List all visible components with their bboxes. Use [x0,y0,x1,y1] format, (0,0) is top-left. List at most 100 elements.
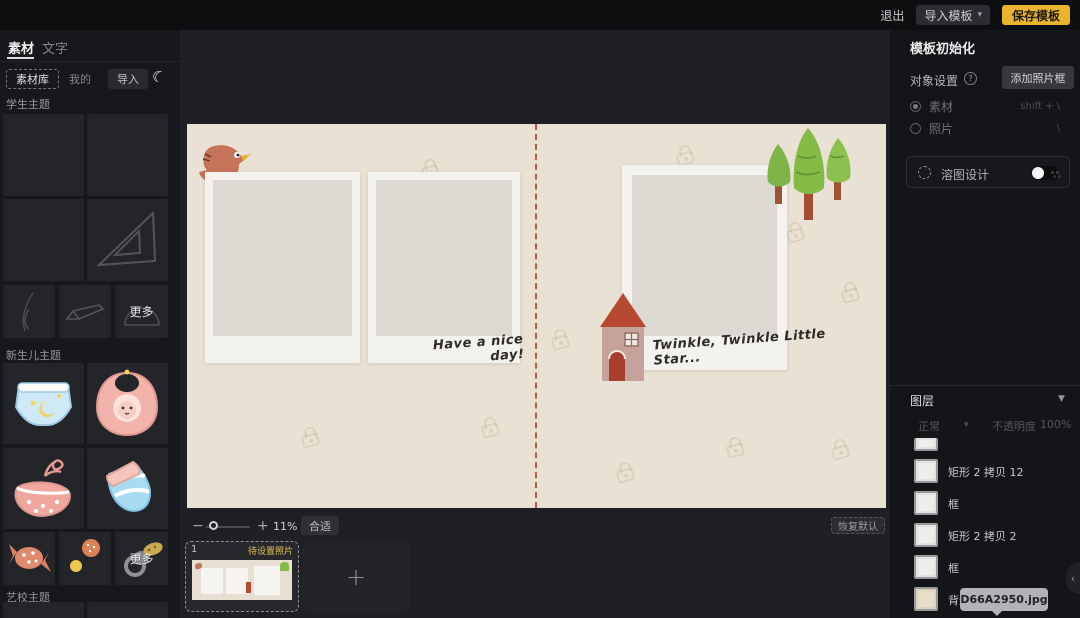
layer-name: 框 [948,498,959,511]
template-artboard[interactable]: Have a nice day! Twinkle, Twinkle Little… [187,124,886,508]
asset-thumbnail[interactable] [3,199,84,281]
bib-icon [95,369,159,437]
lock-watermark-icon [550,334,571,351]
moon-icon[interactable]: ☾ [150,66,168,87]
page-number: 1 [191,544,198,555]
radio-unselected-icon [910,122,921,134]
panel-title: 模板初始化 [910,42,976,57]
lock-watermark-icon [830,444,851,461]
layer-thumbnail [914,587,938,611]
add-page-button[interactable]: + [302,541,410,612]
asset-thumbnail-triangle-ruler[interactable] [87,199,168,281]
object-settings-label: 对象设置 [910,74,959,88]
toggle-knob [1032,167,1044,179]
layer-row[interactable]: 矩形 2 拷贝 2 [890,523,1080,547]
lock-watermark-icon [725,442,746,459]
layer-thumbnail [914,438,938,451]
save-template-button[interactable]: 保存模板 [1001,5,1070,25]
shortcut-hint: \ [1056,122,1060,134]
chevron-down-icon: ▾ [964,420,969,430]
layer-row[interactable]: 框 [890,555,1080,579]
canvas-workspace[interactable]: Have a nice day! Twinkle, Twinkle Little… [180,30,890,618]
layer-row[interactable]: 矩形 2 拷贝 12 [890,459,1080,483]
asset-thumbnail[interactable] [3,114,84,196]
add-photo-frame-button[interactable]: 添加照片框 [1002,66,1074,89]
dots-icon [70,539,100,572]
asset-thumbnail-mitten[interactable] [87,448,168,529]
zoom-out-button[interactable]: − [192,518,204,534]
diaper-icon [14,382,73,426]
zoom-slider-knob[interactable] [209,521,218,530]
brush-icon [22,292,34,332]
lock-watermark-icon [480,422,501,439]
asset-thumbnail-diaper[interactable] [3,363,84,444]
divider [0,61,180,62]
filter-mine[interactable]: 我的 [60,69,100,89]
asset-sidebar: 素材 文字 素材库 我的 导入 ☾ 学生主题 更多 新生儿主题 更多 艺校主题 [0,30,180,618]
trees-sticker[interactable] [762,126,856,222]
house-sticker[interactable] [597,289,649,383]
radio-photo-label: 照片 [929,121,954,136]
asset-thumbnail-dots[interactable] [59,532,111,585]
settings-panel: 模板初始化 对象设置 ? 添加照片框 素材 shift + \ 照片 \ 溶图设… [890,30,1080,618]
asset-thumbnail[interactable] [87,114,168,196]
blend-design-label: 溶图设计 [941,168,990,182]
page-preview [192,560,292,600]
import-template-button[interactable]: 导入模板 ▾ [916,5,990,25]
zoom-in-button[interactable]: + [257,518,269,534]
blend-design-toggle[interactable] [1031,166,1058,180]
page-thumbnail-1[interactable]: 1 待设置照片 [185,541,299,612]
filename-tooltip: D66A2950.jpg [960,588,1048,616]
layer-row[interactable]: 框 [890,491,1080,515]
shortcut-hint: shift + \ [1020,100,1060,112]
exit-button[interactable]: 退出 [880,7,904,24]
help-icon[interactable]: ? [964,72,977,85]
asset-thumbnail-more-student[interactable]: 更多 [115,285,168,338]
zoom-fit-button[interactable]: 合适 [301,516,339,535]
asset-thumbnail-bib[interactable] [87,363,168,444]
bonnet-icon [14,459,71,518]
save-template-label: 保存模板 [1011,8,1060,23]
opacity-value[interactable]: 100% [1040,418,1071,431]
lock-watermark-icon [785,227,806,244]
radio-row-photo[interactable]: 照片 \ [910,120,1060,136]
asset-thumbnail-brush[interactable] [3,285,55,338]
page-status-badge: 待设置照片 [247,547,293,557]
asset-thumbnail-bonnet[interactable] [3,448,84,529]
filter-import[interactable]: 导入 [108,69,148,89]
photo-placeholder [632,175,777,336]
collapse-section-icon[interactable]: ▼ [1058,394,1065,404]
zoom-value: 11% [273,520,298,533]
top-bar: 退出 导入模板 ▾ 保存模板 [0,0,1080,30]
restore-default-button[interactable]: 恢复默认 [831,517,885,534]
blend-design-box: 溶图设计 [906,156,1070,188]
asset-thumbnail-candy[interactable] [3,532,55,585]
section-title-student: 学生主题 [6,98,50,111]
art-asset-icon [3,602,84,618]
divider [890,385,1080,386]
asset-thumbnail[interactable] [3,602,84,618]
tab-assets[interactable]: 素材 [8,38,34,57]
radio-asset-label: 素材 [929,99,954,114]
filter-asset-library[interactable]: 素材库 [6,69,59,89]
candy-icon [9,544,51,572]
radio-row-asset[interactable]: 素材 shift + \ [910,98,1060,114]
opacity-label: 不透明度 [992,420,1036,433]
asset-thumbnail-more-newborn[interactable]: 更多 [115,532,168,585]
blend-mode-select[interactable]: 正常 [918,418,940,434]
active-tab-indicator [7,57,34,59]
page-spine-line [535,124,537,508]
asset-thumbnail[interactable] [87,602,168,618]
layer-blend-controls: 正常 ▾ 不透明度 100% [890,418,1080,434]
section-title-newborn: 新生儿主题 [6,349,61,362]
layer-thumbnail [914,555,938,579]
pencil-icon [65,304,105,320]
photo-frame-1[interactable] [205,172,360,363]
toggle-texture [1051,171,1054,174]
layer-name: 矩形 2 拷贝 2 [948,530,1017,543]
asset-thumbnail-pencil[interactable] [59,285,111,338]
import-template-label: 导入模板 [924,8,973,23]
tab-text[interactable]: 文字 [42,38,68,57]
layer-thumbnail [914,523,938,547]
lock-watermark-icon [840,287,861,304]
